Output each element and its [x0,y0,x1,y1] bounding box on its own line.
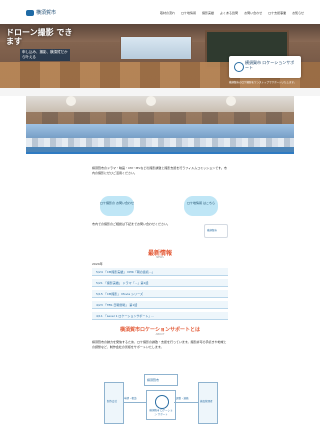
nav-item-news[interactable]: お知らせ [292,11,304,15]
emblem-icon [155,395,169,409]
intro-text: 横須賀市のドラマ・映画・CM・MVなどの撮影誘致と撮影支援を行うフィルムコミッシ… [92,166,227,175]
diagram-left-box: 制作会社 [104,382,124,424]
hero-windows [120,36,192,60]
news-subtitle: NEWS [156,256,164,259]
hero-logo-card[interactable]: 横須賀市 ロケーションサポート [229,56,301,78]
diagram-center-label: 横須賀市 ロケーション サポート [149,409,173,416]
hero-strip [0,88,320,96]
support-diagram: 横須賀市 制作会社 施設管理者 横須賀市 ロケーション サポート 申請・相談 調… [104,372,218,424]
news-item[interactable]: 5/21 「撮影実績」 ドラマ「...」第1話 [92,279,228,287]
emblem-icon [234,62,244,72]
ceiling-lamp [146,96,156,106]
intro-section: 横須賀市のドラマ・映画・CM・MVなどの撮影誘致と撮影支援を行うフィルムコミッシ… [92,166,228,244]
diagram-city-box: 横須賀市 [144,374,178,386]
nav-item-support[interactable]: ロケ支援事業 [268,11,286,15]
news-list: 5/24 「CM撮影実績」 NHK「朝の連続...」 5/21 「撮影実績」 ド… [92,268,228,323]
logo-mark-icon [26,10,34,16]
arrow-right-icon [174,402,198,403]
news-item[interactable]: 5/15 「CM撮影」 Movie シリーズ [92,290,228,298]
nav-item-locations[interactable]: ロケ地情報 [181,11,196,15]
news-item[interactable]: 5/24 「CM撮影実績」 NHK「朝の連続...」 [92,268,228,276]
nav-item-contact[interactable]: お問い合わせ [244,11,262,15]
hero-caption: 横須賀市のロケ撮影をワンストップでサポートいたします。 [229,81,297,84]
nav-item-flow[interactable]: 取材の流れ [160,11,175,15]
nav-item-works[interactable]: 撮影実績 [202,11,214,15]
diagram-arrow-label-right: 調整・連絡 [176,397,189,400]
mini-logo-text: 横須賀市 [207,229,218,232]
about-title: 横須賀市ロケーションサポートとは [120,327,200,333]
diagram-right-label: 施設管理者 [200,400,213,403]
ceiling-lamp [66,96,76,106]
cityscape-banner [26,124,294,152]
mini-logo[interactable]: 横須賀市 [204,224,228,238]
main-nav: 取材の流れ ロケ地情報 撮影実績 よくある質問 お問い合わせ ロケ支援事業 お知… [160,11,304,15]
news-year: 2024年 [92,262,103,266]
news-item[interactable]: 4/11 「Level 1 ロケーションサポート」... [92,312,228,320]
ceiling-lamp [226,96,236,106]
diagram-right-box: 施設管理者 [198,382,218,424]
arrow-left-icon [123,402,146,403]
news-item[interactable]: 4/23 「TBS 日曜劇場」 第1話 [92,301,228,309]
section-divider [26,152,294,154]
about-subtitle: ABOUT [155,333,165,336]
site-header: 横須賀市 取材の流れ ロケ地情報 撮影実績 よくある質問 お問い合わせ ロケ支援… [0,0,320,25]
classroom-banner [26,96,294,124]
diagram-arrow-label-left: 申請・相談 [124,397,137,400]
intro-contact-text: 市内での撮影のご相談は下記までお問い合わせください。 [92,222,171,226]
about-text: 横須賀市の魅力を発信するため、ロケ撮影の誘致・支援を行っています。撮影許可の手続… [92,340,227,349]
hero-subtitle: 申し込み、撮影、横須賀だから叶える [20,49,70,61]
diagram-city-label: 横須賀市 [147,378,160,382]
contact-pill-button[interactable]: ロケ撮影の お問い合わせ [100,196,134,216]
page: 横須賀市 取材の流れ ロケ地情報 撮影実績 よくある質問 お問い合わせ ロケ支援… [0,0,320,424]
location-pill-button[interactable]: ロケ地情報 はこちら [184,196,218,216]
site-logo[interactable]: 横須賀市 [26,8,68,18]
hero-title: ドローン撮影 できます [6,28,73,46]
diagram-center-box: 横須賀市 ロケーション サポート [146,390,176,420]
logo-text: 横須賀市 [36,10,57,16]
nav-item-faq[interactable]: よくある質問 [220,11,238,15]
hero-banner: ドローン撮影 できます 申し込み、撮影、横須賀だから叶える 横須賀市 ロケーショ… [0,24,320,88]
diagram-left-label: 制作会社 [107,400,118,403]
hero-card-text: 横須賀市 ロケーションサポート [245,60,295,70]
